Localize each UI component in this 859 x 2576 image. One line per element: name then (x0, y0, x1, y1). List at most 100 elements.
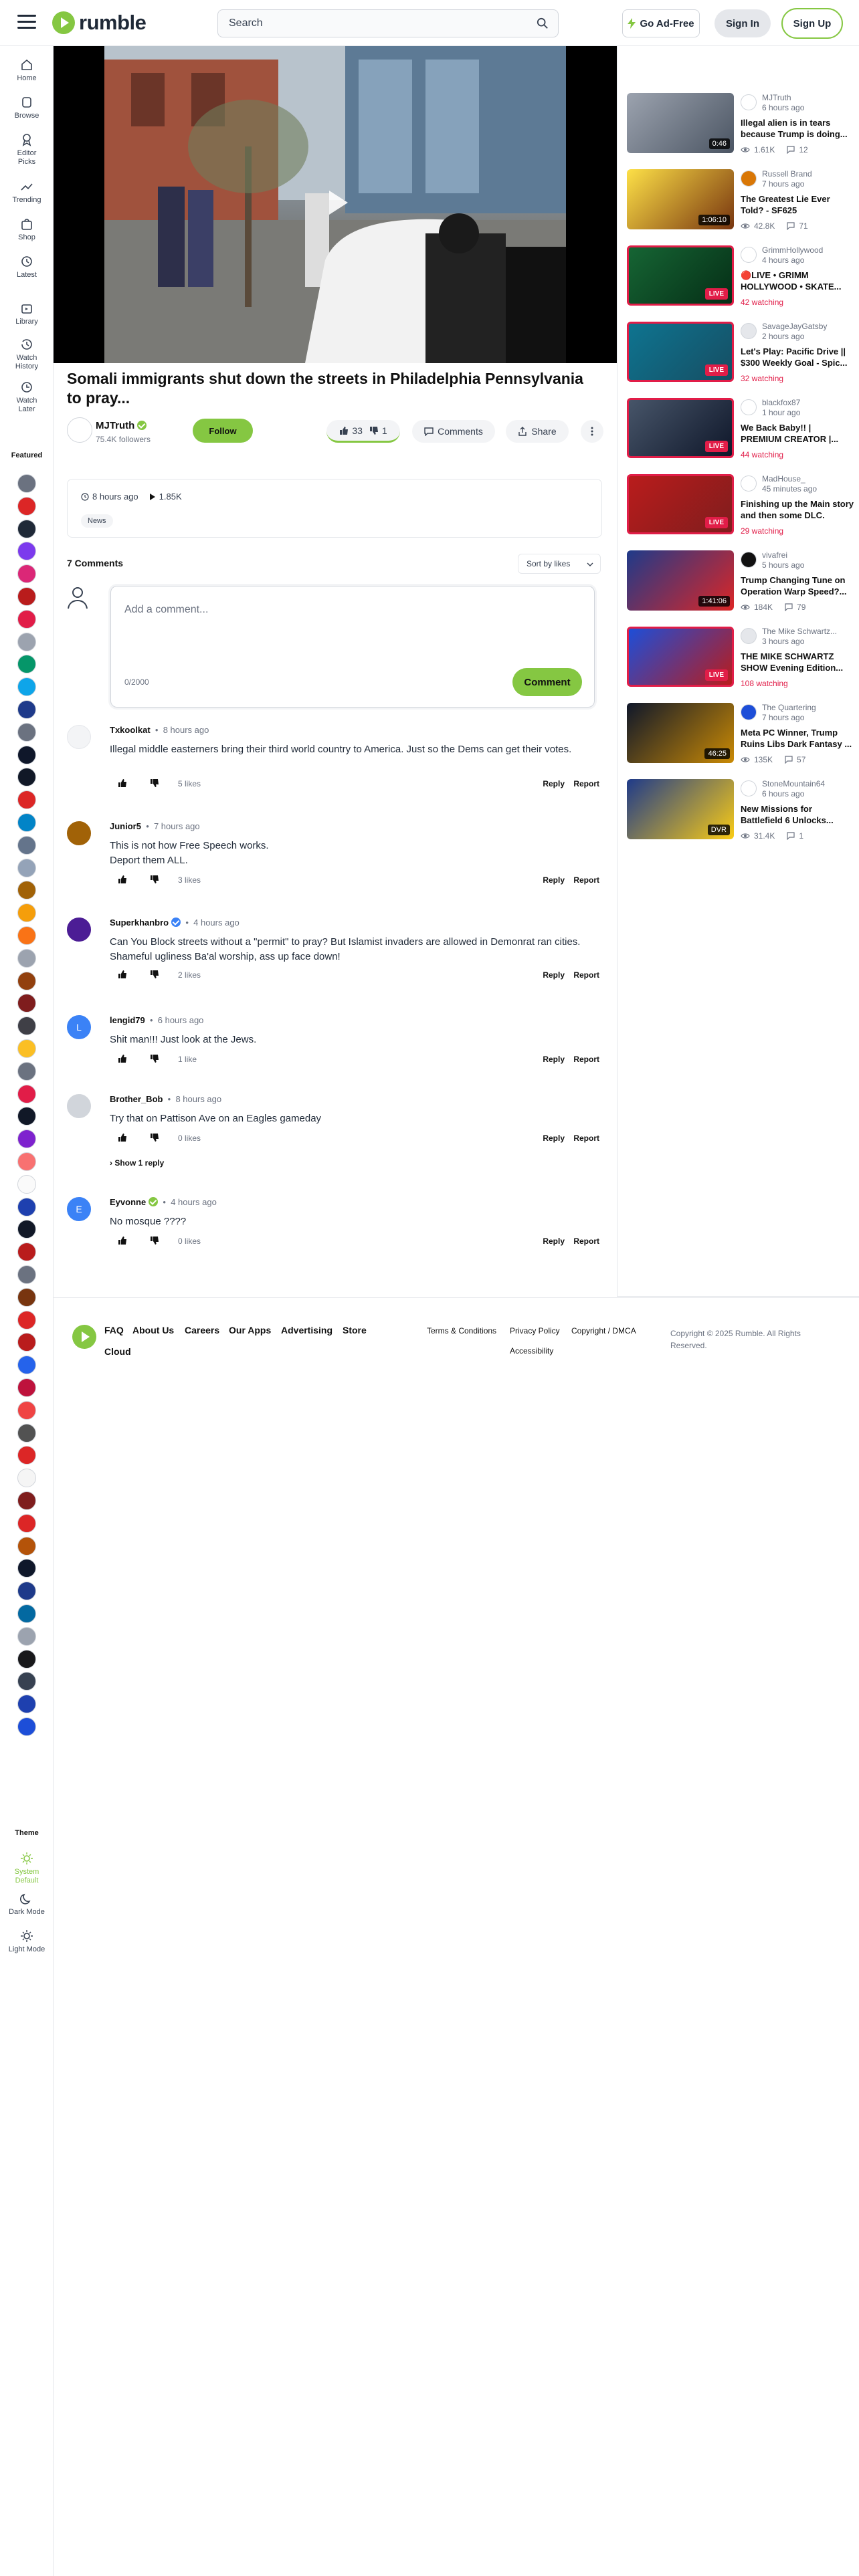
submit-comment-button[interactable]: Comment (512, 668, 582, 696)
channel-name-row[interactable]: MJTruth (96, 420, 147, 431)
featured-channel-avatar[interactable] (17, 1333, 36, 1352)
related-channel-name[interactable]: vivafrei (762, 550, 787, 560)
footer-link-cloud[interactable]: Cloud (104, 1346, 131, 1357)
comment-downvote-icon[interactable] (150, 1133, 159, 1142)
related-thumbnail[interactable]: 1:06:10 (627, 169, 734, 229)
theme-system-default[interactable]: System Default (0, 1852, 54, 1885)
featured-channel-avatar[interactable] (17, 1649, 36, 1669)
related-title[interactable]: THE MIKE SCHWARTZ SHOW Evening Edition..… (741, 651, 854, 673)
featured-channel-avatar[interactable] (17, 609, 36, 629)
related-title[interactable]: Meta PC Winner, Trump Ruins Libs Dark Fa… (741, 727, 854, 750)
commenter-avatar[interactable]: E (67, 1197, 91, 1221)
comment-username[interactable]: Superkhanbro (110, 918, 169, 928)
related-video-card[interactable]: LIVE SavageJayGatsby 2 hours ago Let's Play… (627, 322, 854, 389)
featured-channel-avatar[interactable] (17, 1536, 36, 1555)
related-thumbnail[interactable]: LIVE (627, 245, 734, 306)
footer-link-faq[interactable]: FAQ (104, 1325, 124, 1335)
more-options-button[interactable] (581, 420, 603, 443)
related-channel-name[interactable]: The Quartering (762, 703, 816, 712)
featured-channel-avatar[interactable] (17, 881, 36, 900)
related-channel-avatar[interactable] (741, 399, 757, 415)
comment-username[interactable]: Txkoolkat (110, 725, 151, 735)
comment-downvote-icon[interactable] (150, 875, 159, 884)
related-channel-name[interactable]: MJTruth (762, 93, 791, 102)
featured-channel-avatar[interactable] (17, 542, 36, 561)
featured-channel-avatar[interactable] (17, 474, 36, 493)
featured-channel-avatar[interactable] (17, 564, 36, 584)
related-video-card[interactable]: 0:46 MJTruth 6 hours ago Illegal alien is i… (627, 93, 854, 160)
footer-legal-terms[interactable]: Terms & Conditions (427, 1326, 496, 1335)
dislike-button[interactable]: 1 (369, 425, 387, 436)
related-channel-name[interactable]: blackfox87 (762, 398, 800, 407)
featured-channel-avatar[interactable] (17, 1400, 36, 1420)
featured-channel-avatar[interactable] (17, 1604, 36, 1623)
category-tag[interactable]: News (81, 514, 113, 528)
related-channel-name[interactable]: Russell Brand (762, 169, 812, 179)
featured-channel-avatar[interactable] (17, 1061, 36, 1081)
comments-button[interactable]: Comments (412, 420, 495, 443)
related-thumbnail[interactable]: LIVE (627, 322, 734, 382)
related-channel-avatar[interactable] (741, 171, 757, 187)
report-button[interactable]: Report (573, 1134, 599, 1143)
related-video-card[interactable]: DVR StoneMountain64 6 hours ago New Mission… (627, 779, 854, 846)
featured-channel-avatar[interactable] (17, 1310, 36, 1329)
related-channel-name[interactable]: StoneMountain64 (762, 779, 825, 788)
comment-username[interactable]: lengid79 (110, 1015, 145, 1025)
nav-home[interactable]: Home (0, 58, 54, 83)
commenter-avatar[interactable] (67, 725, 91, 749)
nav-watch-later[interactable]: Watch Later (0, 381, 54, 414)
featured-channel-avatar[interactable] (17, 655, 36, 674)
footer-link-apps[interactable]: Our Apps (229, 1325, 271, 1335)
reply-button[interactable]: Reply (543, 1237, 565, 1246)
sign-up-button[interactable]: Sign Up (781, 8, 843, 39)
go-ad-free-button[interactable]: Go Ad-Free (622, 9, 700, 37)
comment-downvote-icon[interactable] (150, 1236, 159, 1245)
featured-channel-avatar[interactable] (17, 926, 36, 945)
commenter-avatar[interactable] (67, 918, 91, 942)
featured-channel-avatar[interactable] (17, 971, 36, 990)
featured-channel-avatar[interactable] (17, 1130, 36, 1149)
featured-channel-avatar[interactable] (17, 1152, 36, 1171)
share-button[interactable]: Share (506, 420, 569, 443)
reply-button[interactable]: Reply (543, 779, 565, 788)
comment-username[interactable]: Brother_Bob (110, 1094, 163, 1104)
report-button[interactable]: Report (573, 1055, 599, 1064)
featured-channel-avatar[interactable] (17, 1695, 36, 1714)
featured-channel-avatar[interactable] (17, 1378, 36, 1397)
report-button[interactable]: Report (573, 875, 599, 885)
related-channel-avatar[interactable] (741, 780, 757, 796)
search-input[interactable]: Search (217, 9, 559, 37)
featured-channel-avatar[interactable] (17, 1356, 36, 1375)
related-video-card[interactable]: LIVE GrimmHollywood 4 hours ago 🔴LIVE • GRI… (627, 245, 854, 312)
featured-channel-avatar[interactable] (17, 994, 36, 1013)
sign-in-button[interactable]: Sign In (714, 9, 771, 37)
show-replies-button[interactable]: › Show 1 reply (110, 1158, 164, 1168)
comment-upvote-icon[interactable] (118, 1054, 127, 1063)
comment-downvote-icon[interactable] (150, 1054, 159, 1063)
sort-dropdown[interactable]: Sort by likes (518, 554, 601, 574)
related-title[interactable]: The Greatest Lie Ever Told? - SF625 (741, 193, 854, 216)
featured-channel-avatar[interactable] (17, 858, 36, 877)
related-thumbnail[interactable]: LIVE (627, 398, 734, 458)
related-title[interactable]: Let's Play: Pacific Drive || $300 Weekly… (741, 346, 854, 368)
reply-button[interactable]: Reply (543, 970, 565, 980)
related-title[interactable]: Finishing up the Main story and then som… (741, 498, 854, 521)
related-thumbnail[interactable]: DVR (627, 779, 734, 839)
featured-channel-avatar[interactable] (17, 903, 36, 923)
related-channel-avatar[interactable] (741, 247, 757, 263)
related-channel-name[interactable]: The Mike Schwartz... (762, 627, 837, 636)
featured-channel-avatar[interactable] (17, 1039, 36, 1058)
featured-channel-avatar[interactable] (17, 1174, 36, 1194)
related-title[interactable]: Trump Changing Tune on Operation Warp Sp… (741, 574, 854, 597)
featured-channel-avatar[interactable] (17, 1220, 36, 1239)
related-channel-name[interactable]: GrimmHollywood (762, 245, 823, 255)
nav-trending[interactable]: Trending (0, 180, 54, 205)
featured-channel-avatar[interactable] (17, 1582, 36, 1601)
featured-channel-avatar[interactable] (17, 813, 36, 832)
follow-button[interactable]: Follow (193, 419, 253, 443)
related-video-card[interactable]: LIVE blackfox87 1 hour ago We Back Baby!! |… (627, 398, 854, 465)
like-button[interactable]: 33 (339, 425, 363, 436)
featured-channel-avatar[interactable] (17, 1446, 36, 1465)
featured-channel-avatar[interactable] (17, 677, 36, 697)
related-thumbnail[interactable]: LIVE (627, 627, 734, 687)
